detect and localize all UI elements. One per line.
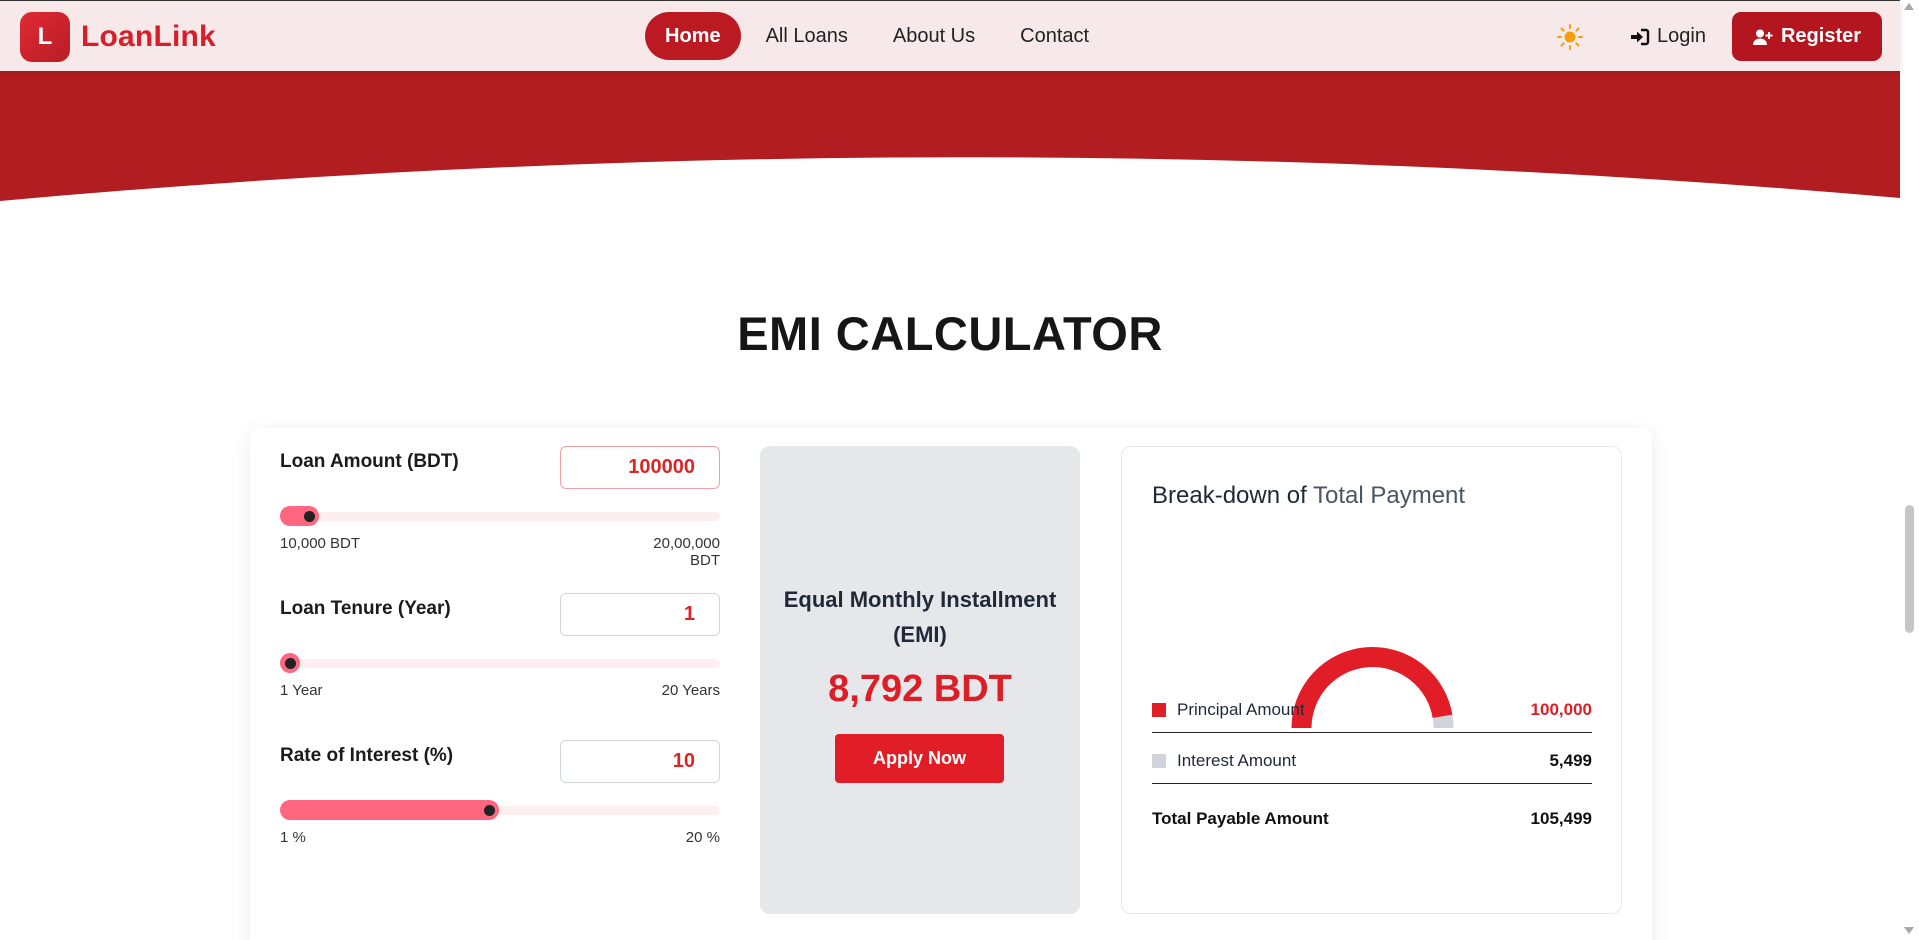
brand-logo[interactable]: L LoanLink	[20, 12, 216, 62]
tenure-min: 1 Year	[280, 682, 323, 699]
page: L LoanLink Home All Loans About Us Conta…	[0, 0, 1919, 940]
interest-max: 20 %	[685, 829, 720, 846]
slider-thumb[interactable]	[484, 805, 496, 816]
interest-swatch	[1152, 753, 1166, 768]
loan-amount-label: Loan Amount (BDT)	[280, 451, 459, 472]
login-icon	[1631, 28, 1650, 45]
emi-result-box: Equal Monthly Installment (EMI) 8,792 BD…	[760, 446, 1080, 914]
principal-swatch	[1152, 702, 1166, 717]
slider-thumb[interactable]	[303, 511, 315, 522]
interest-amount-label: Interest Amount	[1177, 750, 1297, 770]
total-value: 105,499	[1530, 809, 1592, 828]
hero-wave	[0, 70, 1900, 201]
section-title: EMI CALCULATOR	[737, 307, 1163, 360]
tenure-input[interactable]	[560, 593, 720, 636]
brand-name: LoanLink	[81, 20, 216, 53]
login-button[interactable]: Login	[1630, 25, 1706, 48]
slider-track	[280, 512, 720, 521]
tenure-label: Loan Tenure (Year)	[280, 598, 451, 619]
add-user-icon	[1752, 29, 1773, 45]
emi-title: Equal Monthly Installment (EMI)	[783, 587, 1057, 647]
principal-label: Principal Amount	[1177, 699, 1305, 719]
breakdown-card: Break-down of Total Payment Principal Am…	[1121, 446, 1622, 914]
tenure-max: 20 Years	[661, 682, 720, 699]
legend-principal: Principal Amount 100,000	[1152, 687, 1592, 733]
interest-input[interactable]	[560, 740, 720, 783]
nav-home[interactable]: Home	[645, 12, 741, 60]
scroll-up-icon[interactable]	[1904, 3, 1914, 10]
slider-track	[280, 659, 720, 668]
principal-value: 100,000	[1530, 699, 1592, 719]
tenure-slider[interactable]	[280, 653, 720, 673]
nav-links: Home All Loans About Us Contact	[645, 12, 1114, 60]
emi-value: 8,792 BDT	[828, 668, 1012, 710]
total-label: Total Payable Amount	[1152, 809, 1329, 828]
total-row: Total Payable Amount 105,499	[1152, 804, 1592, 834]
legend-interest: Interest Amount 5,499	[1152, 738, 1592, 784]
register-label: Register	[1780, 25, 1862, 47]
slider-fill	[280, 800, 500, 820]
apply-now-button[interactable]: Apply Now	[835, 734, 1004, 783]
nav-contact[interactable]: Contact	[1000, 12, 1109, 60]
interest-label: Rate of Interest (%)	[280, 745, 454, 766]
page-scrollbar[interactable]	[1900, 0, 1919, 940]
login-label: Login	[1657, 25, 1706, 47]
logo-mark: L	[20, 12, 70, 62]
slider-thumb[interactable]	[285, 658, 296, 669]
top-navbar: L LoanLink Home All Loans About Us Conta…	[0, 0, 1900, 71]
scroll-thumb[interactable]	[1905, 505, 1914, 633]
sun-icon[interactable]	[1556, 23, 1584, 51]
interest-amount-value: 5,499	[1549, 750, 1592, 770]
register-button[interactable]: Register	[1732, 12, 1882, 61]
interest-min: 1 %	[280, 829, 306, 846]
nav-about-us[interactable]: About Us	[873, 12, 995, 60]
interest-slider[interactable]	[280, 800, 720, 820]
loan-amount-min: 10,000 BDT	[280, 535, 361, 552]
loan-amount-input[interactable]	[560, 446, 720, 489]
scroll-down-icon[interactable]	[1904, 927, 1914, 934]
nav-all-loans[interactable]: All Loans	[746, 12, 868, 60]
loan-amount-slider[interactable]	[280, 506, 720, 526]
loan-amount-max: 20,00,000 BDT	[653, 535, 720, 569]
